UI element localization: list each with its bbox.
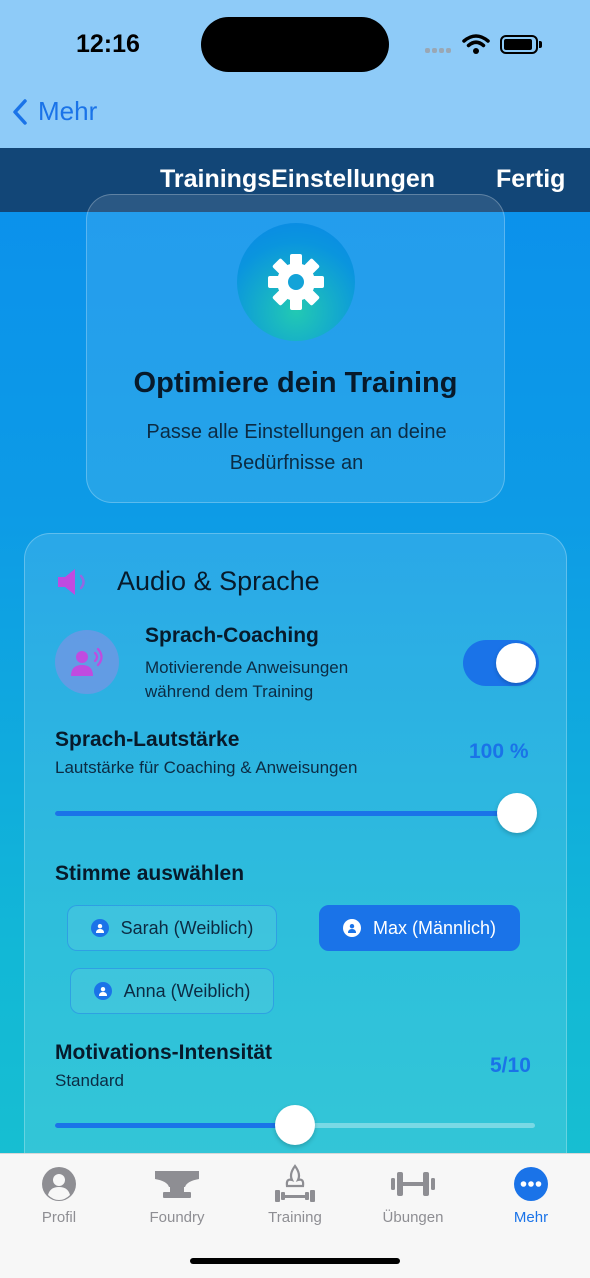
hero-headline: Optimiere dein Training bbox=[133, 367, 458, 399]
volume-slider-fill bbox=[55, 811, 535, 816]
chevron-left-icon bbox=[13, 98, 27, 125]
home-indicator bbox=[190, 1258, 400, 1264]
settings-screen: 12:16 Mehr TrainingsEinstellungen Fertig bbox=[0, 0, 590, 1278]
voice-option-label: Sarah (Weiblich) bbox=[120, 917, 254, 938]
volume-slider-thumb[interactable] bbox=[497, 793, 537, 833]
tab-mehr[interactable]: Mehr bbox=[472, 1164, 590, 1226]
status-and-nav-bar: 12:16 Mehr bbox=[0, 0, 590, 148]
wifi-icon bbox=[462, 34, 490, 54]
volume-value: 100 % bbox=[469, 740, 529, 763]
more-icon bbox=[514, 1167, 548, 1201]
tab-profil[interactable]: Profil bbox=[0, 1164, 118, 1226]
profile-icon bbox=[42, 1167, 76, 1201]
gear-icon bbox=[268, 254, 324, 310]
tab-training[interactable]: Training bbox=[236, 1164, 354, 1226]
battery-icon bbox=[500, 35, 542, 54]
status-time: 12:16 bbox=[76, 30, 140, 58]
speaker-icon bbox=[58, 568, 85, 595]
hero-subtitle: Passe alle Einstellungen an deine Bedürf… bbox=[146, 421, 447, 474]
anvil-icon bbox=[155, 1171, 199, 1198]
motivation-label: Motivations-Intensität bbox=[55, 1041, 273, 1064]
dynamic-island bbox=[201, 17, 389, 72]
tab-label: Foundry bbox=[149, 1209, 205, 1226]
motivation-value: 5/10 bbox=[490, 1054, 531, 1077]
motivation-slider[interactable] bbox=[55, 1105, 535, 1145]
coaching-toggle[interactable] bbox=[463, 640, 539, 686]
dumbbell-icon bbox=[391, 1172, 435, 1196]
user-icon bbox=[93, 982, 112, 1000]
voice-option-sarah[interactable]: Sarah (Weiblich) bbox=[67, 905, 277, 951]
volume-slider[interactable] bbox=[55, 793, 537, 833]
cellular-signal-icon bbox=[425, 40, 455, 53]
toggle-knob bbox=[496, 643, 536, 683]
voice-option-max[interactable]: Max (Männlich) bbox=[319, 905, 520, 951]
tab-foundry[interactable]: Foundry bbox=[118, 1164, 236, 1226]
tab-label: Übungen bbox=[382, 1209, 444, 1226]
section-header: Audio & Sprache bbox=[55, 566, 320, 597]
done-button[interactable]: Fertig bbox=[496, 165, 565, 194]
tab-label: Training bbox=[268, 1209, 322, 1226]
back-button[interactable]: Mehr bbox=[12, 96, 97, 127]
voice-option-label: Max (Männlich) bbox=[372, 917, 497, 938]
volume-description: Lautstärke für Coaching & Anweisungen bbox=[55, 758, 358, 777]
user-icon bbox=[342, 919, 361, 937]
motivation-slider-thumb[interactable] bbox=[275, 1105, 315, 1145]
motivation-description: Standard bbox=[55, 1071, 124, 1090]
coaching-description: Motivierende Anweisungen während dem Tra… bbox=[145, 658, 349, 701]
voice-label: Stimme auswählen bbox=[55, 862, 245, 885]
motivation-slider-fill bbox=[55, 1123, 295, 1128]
user-icon bbox=[90, 919, 109, 937]
gear-icon-badge bbox=[237, 223, 355, 341]
hero-card: Optimiere dein Training Passe alle Einst… bbox=[86, 194, 505, 503]
tab-label: Mehr bbox=[513, 1209, 549, 1226]
coaching-title: Sprach-Coaching bbox=[145, 624, 319, 647]
page-title: TrainingsEinstellungen bbox=[160, 165, 436, 193]
back-label: Mehr bbox=[38, 96, 98, 126]
training-icon bbox=[275, 1164, 315, 1202]
tab-label: Profil bbox=[41, 1209, 77, 1226]
tab-uebungen[interactable]: Übungen bbox=[354, 1164, 472, 1226]
volume-label: Sprach-Lautstärke bbox=[55, 728, 240, 751]
audio-settings-card: Audio & Sprache Sprach-Coaching Motivier… bbox=[24, 533, 567, 1233]
voice-option-label: Anna (Weiblich) bbox=[123, 980, 251, 1001]
section-title: Audio & Sprache bbox=[117, 566, 320, 596]
voice-coach-icon bbox=[55, 630, 119, 694]
voice-option-anna[interactable]: Anna (Weiblich) bbox=[70, 968, 274, 1014]
